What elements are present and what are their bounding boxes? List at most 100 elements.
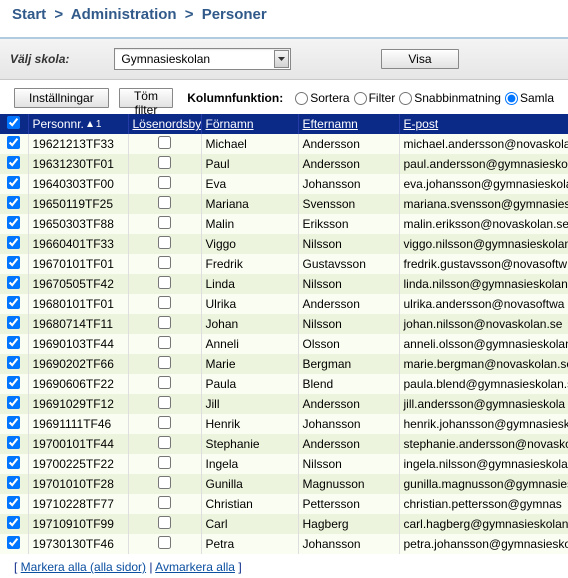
cell-password-change[interactable] — [128, 434, 201, 454]
cell-password-change[interactable] — [128, 394, 201, 414]
cell-password-change[interactable] — [128, 214, 201, 234]
table-row[interactable]: 19680714TF11JohanNilssonjohan.nilsson@no… — [0, 314, 568, 334]
cell-personnr: 19660401TF33 — [28, 234, 128, 254]
unmark-all-link[interactable]: Avmarkera alla — [155, 560, 235, 574]
cell-password-change[interactable] — [128, 254, 201, 274]
cell-password-change[interactable] — [128, 194, 201, 214]
row-select[interactable] — [0, 414, 28, 434]
cell-password-change[interactable] — [128, 314, 201, 334]
table-row[interactable]: 19690606TF22PaulaBlendpaula.blend@gymnas… — [0, 374, 568, 394]
row-select[interactable] — [0, 254, 28, 274]
radio-filter[interactable]: Filter — [354, 91, 396, 105]
row-select[interactable] — [0, 294, 28, 314]
row-select[interactable] — [0, 154, 28, 174]
cell-personnr: 19670505TF42 — [28, 274, 128, 294]
table-row[interactable]: 19700101TF44StephanieAnderssonstephanie.… — [0, 434, 568, 454]
header-password-change[interactable]: Lösenordsbyte — [128, 114, 201, 134]
table-row[interactable]: 19680101TF01UlrikaAnderssonulrika.anders… — [0, 294, 568, 314]
cell-personnr: 19700225TF22 — [28, 454, 128, 474]
school-select[interactable]: Gymnasieskolan — [114, 48, 291, 70]
cell-password-change[interactable] — [128, 374, 201, 394]
cell-password-change[interactable] — [128, 474, 201, 494]
table-row[interactable]: 19691029TF12JillAnderssonjill.andersson@… — [0, 394, 568, 414]
table-row[interactable]: 19710228TF77ChristianPetterssonchristian… — [0, 494, 568, 514]
school-select-value: Gymnasieskolan — [115, 52, 273, 66]
row-select[interactable] — [0, 174, 28, 194]
row-select[interactable] — [0, 454, 28, 474]
breadcrumb-personer[interactable]: Personer — [202, 6, 267, 23]
clear-filter-button[interactable]: Töm filter — [119, 88, 174, 108]
cell-password-change[interactable] — [128, 454, 201, 474]
header-email[interactable]: E-post — [399, 114, 568, 134]
row-select[interactable] — [0, 134, 28, 154]
row-select[interactable] — [0, 474, 28, 494]
chevron-down-icon[interactable] — [274, 50, 289, 68]
cell-firstname: Anneli — [201, 334, 298, 354]
cell-password-change[interactable] — [128, 534, 201, 554]
row-select[interactable] — [0, 514, 28, 534]
mark-all-link[interactable]: Markera alla (alla sidor) — [21, 560, 146, 574]
row-select[interactable] — [0, 214, 28, 234]
header-select-all[interactable] — [0, 114, 28, 134]
table-row[interactable]: 19691111TF46HenrikJohanssonhenrik.johans… — [0, 414, 568, 434]
table-row[interactable]: 19690103TF44AnneliOlssonanneli.olsson@gy… — [0, 334, 568, 354]
header-firstname[interactable]: Förnamn — [201, 114, 298, 134]
table-row[interactable]: 19640303TF00EvaJohanssoneva.johansson@gy… — [0, 174, 568, 194]
cell-personnr: 19680714TF11 — [28, 314, 128, 334]
radio-collect[interactable]: Samla — [505, 91, 554, 105]
row-select[interactable] — [0, 434, 28, 454]
breadcrumb-sep: > — [50, 6, 67, 23]
cell-personnr: 19670101TF01 — [28, 254, 128, 274]
cell-password-change[interactable] — [128, 154, 201, 174]
radio-sort[interactable]: Sortera — [295, 91, 349, 105]
row-select[interactable] — [0, 194, 28, 214]
table-row[interactable]: 19631230TF01PaulAnderssonpaul.andersson@… — [0, 154, 568, 174]
cell-firstname: Paul — [201, 154, 298, 174]
table-row[interactable]: 19670505TF42LindaNilssonlinda.nilsson@gy… — [0, 274, 568, 294]
show-button[interactable]: Visa — [381, 49, 458, 69]
table-row[interactable]: 19621213TF33MichaelAnderssonmichael.ande… — [0, 134, 568, 154]
cell-lastname: Gustavsson — [298, 254, 399, 274]
breadcrumb-start[interactable]: Start — [12, 6, 46, 23]
cell-email: fredrik.gustavsson@novasoftw — [399, 254, 568, 274]
row-select[interactable] — [0, 354, 28, 374]
cell-password-change[interactable] — [128, 134, 201, 154]
cell-password-change[interactable] — [128, 294, 201, 314]
breadcrumb-admin[interactable]: Administration — [71, 6, 177, 23]
header-lastname[interactable]: Efternamn — [298, 114, 399, 134]
radio-quick[interactable]: Snabbinmatning — [399, 91, 501, 105]
cell-password-change[interactable] — [128, 414, 201, 434]
table-row[interactable]: 19650119TF25MarianaSvenssonmariana.svens… — [0, 194, 568, 214]
table-row[interactable]: 19670101TF01FredrikGustavssonfredrik.gus… — [0, 254, 568, 274]
cell-password-change[interactable] — [128, 174, 201, 194]
cell-password-change[interactable] — [128, 334, 201, 354]
row-select[interactable] — [0, 374, 28, 394]
table-row[interactable]: 19660401TF33ViggoNilssonviggo.nilsson@gy… — [0, 234, 568, 254]
cell-password-change[interactable] — [128, 274, 201, 294]
cell-firstname: Mariana — [201, 194, 298, 214]
cell-password-change[interactable] — [128, 494, 201, 514]
row-select[interactable] — [0, 334, 28, 354]
cell-firstname: Carl — [201, 514, 298, 534]
table-row[interactable]: 19710910TF99CarlHagbergcarl.hagberg@gymn… — [0, 514, 568, 534]
table-row[interactable]: 19730130TF46PetraJohanssonpetra.johansso… — [0, 534, 568, 554]
cell-lastname: Bergman — [298, 354, 399, 374]
settings-button[interactable]: Inställningar — [14, 88, 109, 108]
row-select[interactable] — [0, 234, 28, 254]
cell-lastname: Andersson — [298, 294, 399, 314]
table-row[interactable]: 19690202TF66MarieBergmanmarie.bergman@no… — [0, 354, 568, 374]
row-select[interactable] — [0, 274, 28, 294]
cell-password-change[interactable] — [128, 234, 201, 254]
cell-password-change[interactable] — [128, 354, 201, 374]
table-row[interactable]: 19701010TF28GunillaMagnussongunilla.magn… — [0, 474, 568, 494]
table-row[interactable]: 19700225TF22IngelaNilssoningela.nilsson@… — [0, 454, 568, 474]
row-select[interactable] — [0, 534, 28, 554]
table-row[interactable]: 19650303TF88MalinErikssonmalin.eriksson@… — [0, 214, 568, 234]
row-select[interactable] — [0, 394, 28, 414]
row-select[interactable] — [0, 314, 28, 334]
cell-email: mariana.svensson@gymnasiesk — [399, 194, 568, 214]
header-personnr[interactable]: Personnr. 1 — [28, 114, 128, 134]
cell-password-change[interactable] — [128, 514, 201, 534]
cell-email: petra.johansson@gymnasiesko — [399, 534, 568, 554]
row-select[interactable] — [0, 494, 28, 514]
